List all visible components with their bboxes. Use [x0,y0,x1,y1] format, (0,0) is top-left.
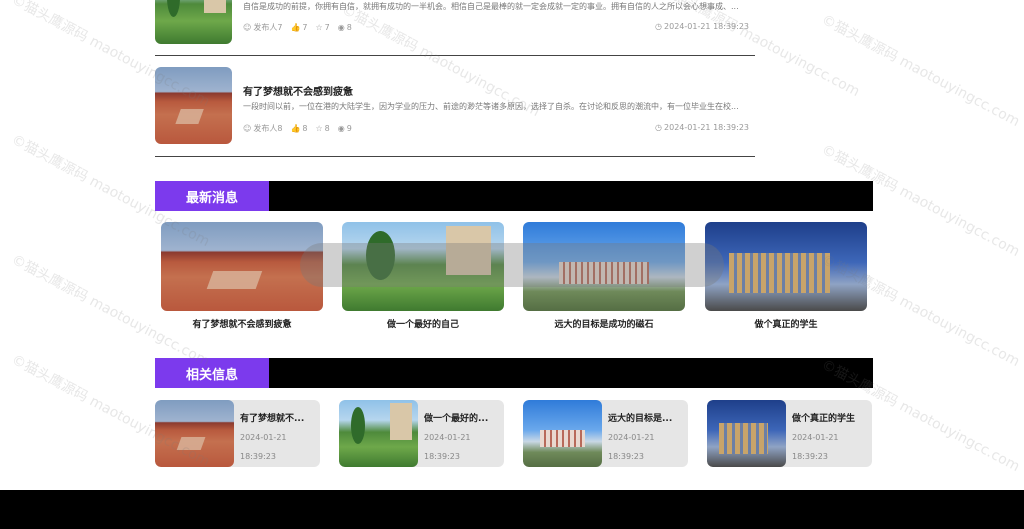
favorites-count: 8 [324,124,330,133]
related-card-title[interactable]: 做一个最好的... [424,411,500,424]
news-card-caption[interactable]: 有了梦想就不会感到疲惫 [161,317,323,330]
star-icon: ☆ [315,124,323,133]
clock-icon: ◷ [655,22,663,31]
related-card[interactable]: 做一个最好的... 2024-01-21 18:39:23 [339,400,504,467]
latest-news-title: 最新消息 [155,181,269,211]
article-thumbnail[interactable] [155,0,232,44]
views-meta: ◉ 8 [338,22,352,33]
star-icon: ☆ [315,23,323,32]
related-card-title[interactable]: 有了梦想就不... [240,411,316,424]
article-time: ◷ 2024-01-21 18:39:23 [655,123,749,132]
author-meta: ☺ 发布人7 [243,22,282,33]
related-card-image[interactable] [339,400,418,467]
news-card-image[interactable] [161,222,323,311]
related-card-time: 18:39:23 [792,452,828,461]
article-thumbnail[interactable] [155,67,232,144]
related-card-title[interactable]: 远大的目标是... [608,411,684,424]
eye-icon: ◉ [337,124,345,133]
watermark: ©猫头鹰源码 maotouyingcc.com [818,11,1023,131]
likes-meta[interactable]: 👍 8 [290,123,307,134]
views-meta: ◉ 9 [338,123,352,134]
views-count: 9 [346,124,352,133]
news-card[interactable]: 有了梦想就不会感到疲惫 [161,222,323,330]
footer-bar [0,490,1024,529]
user-icon: ☺ [243,23,252,32]
likes-count: 7 [302,23,308,32]
likes-count: 8 [302,124,308,133]
article-title[interactable]: 有了梦想就不会感到疲惫 [243,83,353,98]
page: 自信是成功的前提，你拥有自信，就拥有成功的一半机会。相信自己是最棒的就一定会成就… [0,0,1024,529]
divider [155,156,755,157]
author-meta: ☺ 发布人8 [243,123,282,134]
related-card-date: 2024-01-21 [608,433,655,442]
related-card-image[interactable] [155,400,234,467]
article-time: ◷ 2024-01-21 18:39:23 [655,22,749,31]
watermark-overlay [300,243,724,287]
clock-icon: ◷ [655,123,663,132]
article-meta: ☺ 发布人8 👍 8 ☆ 8 ◉ 9 [243,123,352,134]
favorites-meta[interactable]: ☆ 8 [316,123,330,134]
likes-meta[interactable]: 👍 7 [290,22,307,33]
views-count: 8 [346,23,352,32]
article-item[interactable]: 自信是成功的前提，你拥有自信，就拥有成功的一半机会。相信自己是最棒的就一定会成就… [155,0,755,45]
thumbs-up-icon: 👍 [290,124,301,133]
related-card-title[interactable]: 做个真正的学生 [792,411,868,424]
article-timestamp: 2024-01-21 18:39:23 [664,123,749,132]
news-card-image[interactable] [705,222,867,311]
favorites-meta[interactable]: ☆ 7 [316,22,330,33]
related-card-time: 18:39:23 [240,452,276,461]
related-card-date: 2024-01-21 [240,433,287,442]
article-meta: ☺ 发布人7 👍 7 ☆ 7 ◉ 8 [243,22,352,33]
related-card-time: 18:39:23 [608,452,644,461]
related-card-image[interactable] [523,400,602,467]
article-timestamp: 2024-01-21 18:39:23 [664,22,749,31]
related-info-title: 相关信息 [155,358,269,388]
favorites-count: 7 [324,23,330,32]
related-card[interactable]: 做个真正的学生 2024-01-21 18:39:23 [707,400,872,467]
eye-icon: ◉ [337,23,345,32]
article-excerpt: 一段时间以前，一位在港的大陆学生，因为学业的压力、前途的渺茫等诸多原因，选择了自… [243,102,739,111]
related-card-time: 18:39:23 [424,452,460,461]
user-icon: ☺ [243,124,252,133]
related-card[interactable]: 有了梦想就不... 2024-01-21 18:39:23 [155,400,320,467]
news-card[interactable]: 做个真正的学生 [705,222,867,330]
divider [155,55,755,56]
related-card-date: 2024-01-21 [792,433,839,442]
news-card-caption[interactable]: 做一个最好的自己 [342,317,504,330]
article-item[interactable]: 有了梦想就不会感到疲惫 一段时间以前，一位在港的大陆学生，因为学业的压力、前途的… [155,67,755,145]
related-card[interactable]: 远大的目标是... 2024-01-21 18:39:23 [523,400,688,467]
related-info-header: 相关信息 [155,358,873,388]
author-name: 发布人8 [253,124,283,133]
latest-news-header: 最新消息 [155,181,873,211]
thumbs-up-icon: 👍 [290,23,301,32]
related-card-date: 2024-01-21 [424,433,471,442]
article-excerpt: 自信是成功的前提，你拥有自信，就拥有成功的一半机会。相信自己是最棒的就一定会成就… [243,2,739,11]
related-card-image[interactable] [707,400,786,467]
news-card-caption[interactable]: 做个真正的学生 [705,317,867,330]
news-card-caption[interactable]: 远大的目标是成功的磁石 [523,317,685,330]
author-name: 发布人7 [253,23,283,32]
